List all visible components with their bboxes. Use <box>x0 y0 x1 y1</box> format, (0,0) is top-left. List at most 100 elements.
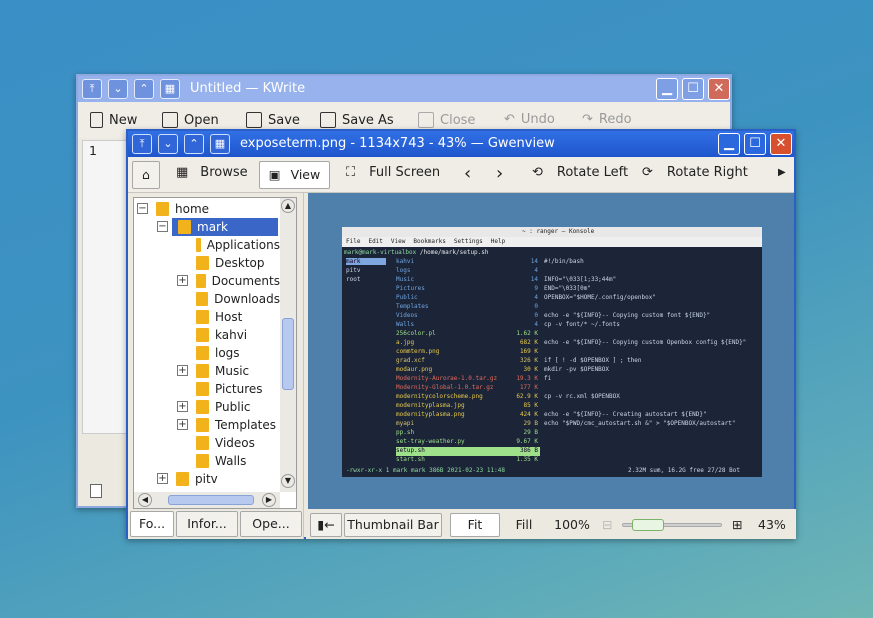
close-doc-button[interactable]: Close <box>418 112 475 128</box>
ranger-file: logs 4 <box>396 267 540 276</box>
scroll-left-icon[interactable]: ◀ <box>138 493 152 507</box>
ranger-dir: pitv <box>346 267 361 274</box>
tree-item-label: Music <box>215 364 250 378</box>
ranger-file-name: set-tray-weather.py <box>396 438 465 445</box>
minimize-button[interactable]: ▁ <box>718 133 740 155</box>
tree-item-templates[interactable]: + Templates <box>134 416 280 434</box>
zoom-value[interactable]: 43% <box>758 517 786 532</box>
tree-item-downloads[interactable]: Downloads <box>134 290 280 308</box>
ranger-file: Music 14 <box>396 276 540 285</box>
scroll-up-icon[interactable]: ▲ <box>281 199 295 213</box>
keep-above-icon[interactable]: ⌃ <box>134 79 154 99</box>
zoom-out-icon[interactable]: ⊟ <box>602 517 612 532</box>
tree-item-public[interactable]: + Public <box>134 398 280 416</box>
expand-icon[interactable]: + <box>177 419 188 430</box>
browse-button[interactable]: ▦ Browse <box>176 165 248 180</box>
konsole-menubar: File Edit View Bookmarks Settings Help <box>342 237 762 247</box>
ranger-file-name: myapi <box>396 420 415 427</box>
save-as-button[interactable]: Save As <box>320 112 394 128</box>
tree-item-logs[interactable]: logs <box>134 344 280 362</box>
close-button[interactable]: ✕ <box>770 133 792 155</box>
shade-down-icon[interactable]: ⌄ <box>158 134 178 154</box>
grid-icon: ▦ <box>176 165 189 180</box>
gwenview-titlebar[interactable]: ⤒ ⌄ ⌃ ▦ exposeterm.png - 1134x743 - 43% … <box>128 131 794 157</box>
zoom-100-button[interactable]: 100% <box>550 513 594 537</box>
full-screen-button[interactable]: ⛶ Full Screen <box>346 165 440 180</box>
previous-button[interactable]: ‹ <box>464 163 471 184</box>
tree-item-walls[interactable]: Walls <box>134 452 280 470</box>
next-button[interactable]: › <box>496 163 503 184</box>
pin-icon[interactable]: ⤒ <box>132 134 152 154</box>
minimize-button[interactable]: ▁ <box>656 78 678 100</box>
pin-icon[interactable]: ⤒ <box>82 79 102 99</box>
tree-vscroll-thumb[interactable] <box>282 318 294 390</box>
folder-tree[interactable]: − home − mark Applications Desktop + Documents D… <box>133 197 297 509</box>
folder-icon <box>196 238 201 252</box>
fill-button[interactable]: Fill <box>502 513 546 537</box>
tab-folders[interactable]: Fo... <box>130 511 174 537</box>
ranger-file-name: 256color.pl <box>396 330 436 337</box>
tree-item-desktop[interactable]: Desktop <box>134 254 280 272</box>
tree-item-kahvi[interactable]: kahvi <box>134 326 280 344</box>
sidebar-collapse-icon: ▮← <box>317 517 335 532</box>
new-button[interactable]: New <box>90 112 137 128</box>
expand-icon[interactable]: + <box>177 275 188 286</box>
ranger-file-name: Modernity-Global-1.0.tar.gz <box>396 384 494 391</box>
ranger-file-size: 169 K <box>519 348 538 355</box>
keep-above-icon[interactable]: ⌃ <box>184 134 204 154</box>
zoom-slider-handle[interactable] <box>632 519 664 531</box>
rotate-left-button[interactable]: ⟲ Rotate Left <box>532 165 628 180</box>
overflow-arrow-icon[interactable]: ▶ <box>778 167 786 178</box>
kwrite-editor[interactable]: 1 <box>82 140 128 434</box>
collapse-icon[interactable]: − <box>137 203 148 214</box>
expand-icon[interactable]: + <box>157 473 168 484</box>
image-view[interactable]: ~ : ranger — Konsole File Edit View Bookmar… <box>308 193 794 509</box>
shade-down-icon[interactable]: ⌄ <box>108 79 128 99</box>
home-button[interactable]: ⌂ <box>132 161 160 189</box>
tree-item-applications[interactable]: Applications <box>134 236 280 254</box>
ranger-file-size: 4 <box>534 267 538 274</box>
tree-hscrollbar[interactable]: ◀ ▶ <box>134 492 280 508</box>
undo-button[interactable]: ↶ Undo <box>504 112 555 127</box>
open-button[interactable]: Open <box>162 112 219 128</box>
save-button[interactable]: Save <box>246 112 300 128</box>
tab-information[interactable]: Infor... <box>176 511 238 537</box>
kwrite-titlebar[interactable]: ⤒ ⌄ ⌃ ▦ Untitled — KWrite ▁ ☐ ✕ <box>78 76 730 102</box>
tree-item-pitv[interactable]: + pitv <box>134 470 280 488</box>
tree-hscroll-thumb[interactable] <box>168 495 254 505</box>
scroll-right-icon[interactable]: ▶ <box>262 493 276 507</box>
window-menu-icon[interactable]: ▦ <box>210 134 230 154</box>
window-menu-icon[interactable]: ▦ <box>160 79 180 99</box>
maximize-button[interactable]: ☐ <box>744 133 766 155</box>
tree-item-host[interactable]: Host <box>134 308 280 326</box>
tree-item-label: Public <box>215 400 251 414</box>
tree-item-home[interactable]: − home <box>134 200 280 218</box>
tree-item-mark[interactable]: − mark <box>157 218 278 236</box>
maximize-button[interactable]: ☐ <box>682 78 704 100</box>
collapse-icon[interactable]: − <box>157 221 168 232</box>
fit-button[interactable]: Fit <box>450 513 500 537</box>
close-button[interactable]: ✕ <box>708 78 730 100</box>
view-button[interactable]: ▣ View <box>259 161 330 189</box>
zoom-slider[interactable] <box>622 519 722 531</box>
folder-open-icon <box>162 112 178 128</box>
tab-operations[interactable]: Ope... <box>240 511 302 537</box>
zoom-in-icon[interactable]: ⊞ <box>732 517 742 532</box>
thumbnail-bar-button[interactable]: Thumbnail Bar <box>344 513 442 537</box>
tree-item-documents[interactable]: + Documents <box>134 272 280 290</box>
tree-item-label: Desktop <box>215 256 265 270</box>
rotate-right-icon: ⟳ <box>642 165 653 180</box>
ranger-dir: root <box>346 276 361 283</box>
redo-button[interactable]: ↷ Redo <box>582 112 632 127</box>
tree-item-videos[interactable]: Videos <box>134 434 280 452</box>
ranger-file-size: 9 <box>534 285 538 292</box>
scroll-down-icon[interactable]: ▼ <box>281 474 295 488</box>
expand-icon[interactable]: + <box>177 401 188 412</box>
rotate-right-button[interactable]: ⟳ Rotate Right <box>642 165 748 180</box>
tree-vscrollbar[interactable]: ▲ ▼ <box>280 198 296 492</box>
tree-item-music[interactable]: + Music <box>134 362 280 380</box>
toggle-sidebar-button[interactable]: ▮← <box>310 513 342 537</box>
expand-icon[interactable]: + <box>177 365 188 376</box>
tree-item-pictures[interactable]: Pictures <box>134 380 280 398</box>
rotate-left-icon: ⟲ <box>532 165 543 180</box>
